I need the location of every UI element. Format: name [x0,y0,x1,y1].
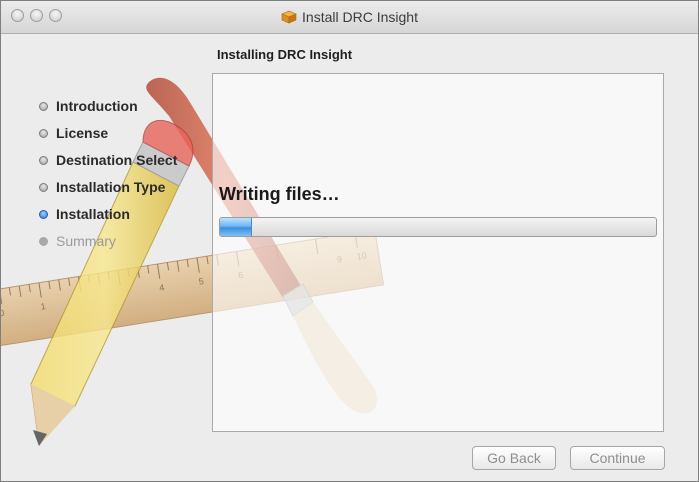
installer-steps-list: Introduction License Destination Select … [39,96,177,258]
go-back-button[interactable]: Go Back [472,446,556,470]
current-step-bullet-icon [39,210,48,219]
step-label: Destination Select [56,152,178,168]
step-label: Introduction [56,98,138,114]
step-bullet-icon [39,129,48,138]
step-label: Installation Type [56,179,166,195]
step-bullet-icon [39,102,48,111]
step-bullet-icon [39,183,48,192]
step-introduction: Introduction [39,96,177,123]
progress-bar-fill [220,218,252,236]
step-license: License [39,123,177,150]
installer-window: Install DRC Insight Installing DRC Insig… [0,0,699,482]
step-destination-select: Destination Select [39,150,177,177]
step-installation-type: Installation Type [39,177,177,204]
window-title-text: Install DRC Insight [302,9,418,25]
install-progress-bar [219,217,657,237]
step-label: Installation [56,206,130,222]
step-bullet-icon [39,237,48,246]
step-installation: Installation [39,204,177,231]
step-bullet-icon [39,156,48,165]
content-panel [212,73,664,432]
continue-button[interactable]: Continue [570,446,665,470]
step-summary: Summary [39,231,177,258]
step-label: Summary [56,233,116,249]
status-text: Writing files… [219,184,340,204]
step-label: License [56,125,109,141]
title-bar: Install DRC Insight [1,1,698,34]
window-title: Install DRC Insight [1,9,698,25]
package-icon [281,10,297,24]
